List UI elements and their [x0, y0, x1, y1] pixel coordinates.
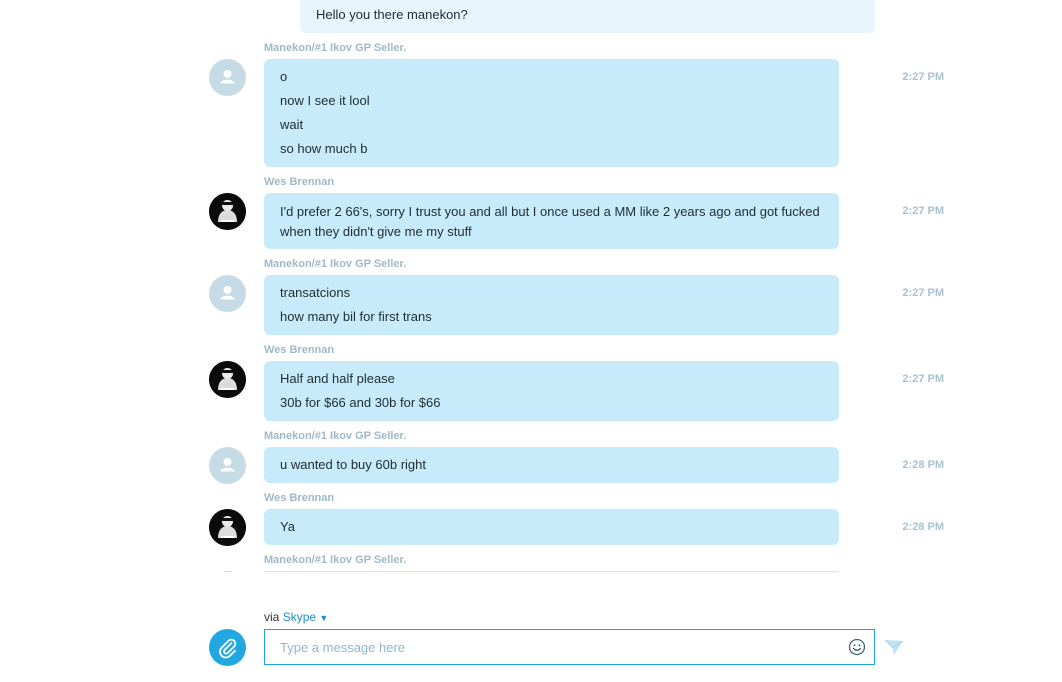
message-text: Half and half please: [280, 371, 395, 386]
profile-photo[interactable]: [209, 509, 246, 546]
paper-plane-icon: [884, 639, 904, 655]
emoji-button[interactable]: [848, 638, 866, 656]
message-text: so how much b: [280, 141, 368, 156]
message-timestamp: 2:28 PM: [902, 521, 944, 533]
sender-name[interactable]: Manekon/#1 Ikov GP Seller.: [264, 258, 406, 270]
sender-name[interactable]: Wes Brennan: [264, 344, 334, 356]
default-user-icon: [224, 571, 232, 572]
conversation-history[interactable]: Hello you there manekon? Manekon/#1 Ikov…: [0, 0, 1062, 572]
profile-photo[interactable]: [209, 193, 246, 230]
message-input[interactable]: [265, 630, 835, 664]
sender-name[interactable]: Manekon/#1 Ikov GP Seller.: [264, 430, 406, 442]
attach-button[interactable]: [209, 629, 246, 666]
message-bubble[interactable]: o now I see it lool wait so how much b: [264, 59, 839, 167]
own-message-bubble: Hello you there manekon?: [300, 0, 875, 33]
message-timestamp: 2:27 PM: [902, 373, 944, 385]
message-text: I'd prefer 2 66's, sorry I trust you and…: [280, 204, 820, 239]
send-button[interactable]: [884, 638, 904, 656]
message-text: transatcions: [280, 285, 351, 300]
profile-photo[interactable]: [209, 361, 246, 398]
default-user-icon[interactable]: [209, 59, 246, 96]
message-timestamp: 2:28 PM: [902, 459, 944, 471]
sender-name[interactable]: Wes Brennan: [264, 176, 334, 188]
message-bubble[interactable]: u wanted to buy 60b right: [264, 447, 839, 483]
message-text: now I see it lool: [280, 93, 370, 108]
via-service-name: Skype: [282, 610, 317, 624]
caret-down-icon: ▼: [319, 613, 329, 623]
message-composer[interactable]: [264, 629, 875, 665]
message-text: o: [280, 69, 288, 84]
message-text: how many bil for first trans: [280, 309, 432, 324]
message-bubble[interactable]: I'd prefer 2 66's, sorry I trust you and…: [264, 193, 839, 249]
message-bubble[interactable]: Ya: [264, 509, 839, 545]
message-text: Hello you there manekon?: [316, 7, 468, 22]
sender-name[interactable]: Wes Brennan: [264, 492, 334, 504]
paperclip-icon: [219, 638, 237, 659]
message-timestamp: 2:27 PM: [902, 287, 944, 299]
message-text: u wanted to buy 60b right: [280, 457, 426, 472]
message-bubble: [264, 571, 839, 572]
sender-name[interactable]: Manekon/#1 Ikov GP Seller.: [264, 42, 406, 54]
sender-name[interactable]: Manekon/#1 Ikov GP Seller.: [264, 554, 406, 566]
message-bubble[interactable]: Half and half please 30b for $66 and 30b…: [264, 361, 839, 421]
message-timestamp: 2:27 PM: [902, 205, 944, 217]
message-text: 30b for $66 and 30b for $66: [280, 395, 441, 410]
message-bubble[interactable]: transatcions how many bil for first tran…: [264, 275, 839, 335]
via-service-selector[interactable]: via Skype ▼: [264, 610, 328, 624]
message-timestamp: 2:27 PM: [902, 71, 944, 83]
via-label: via: [264, 610, 280, 624]
default-user-icon[interactable]: [209, 275, 246, 312]
message-text: wait: [280, 117, 304, 132]
message-text: Ya: [280, 519, 295, 534]
smiley-icon: [848, 638, 866, 656]
default-user-icon[interactable]: [209, 447, 246, 484]
